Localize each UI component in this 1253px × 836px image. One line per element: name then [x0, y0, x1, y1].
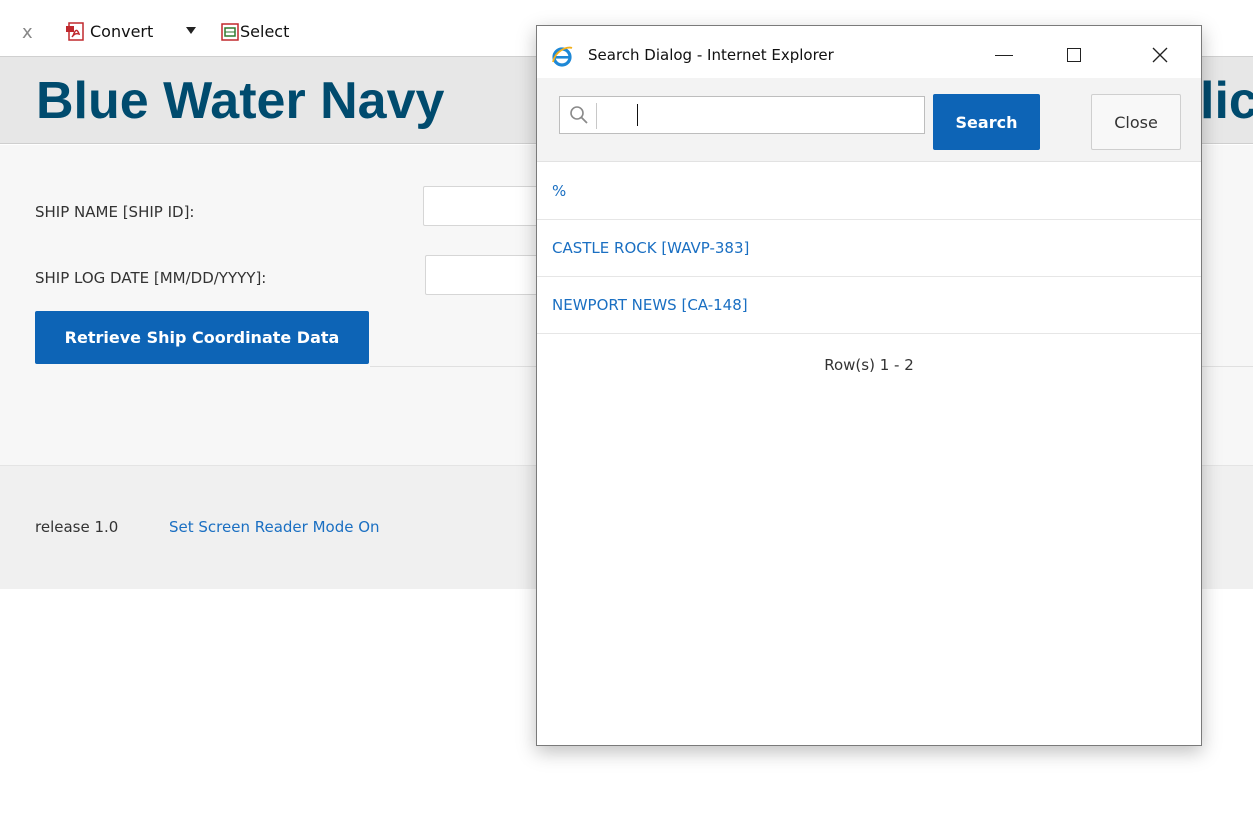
search-divider — [596, 103, 597, 129]
search-results-list: % CASTLE ROCK [WAVP-383] NEWPORT NEWS [C… — [537, 163, 1201, 334]
dialog-search-bar: Search Close — [537, 78, 1201, 162]
close-button[interactable]: Close — [1091, 94, 1181, 150]
text-cursor — [637, 104, 638, 126]
close-icon — [1152, 47, 1168, 63]
result-link[interactable]: % — [552, 182, 566, 200]
list-item: CASTLE ROCK [WAVP-383] — [537, 220, 1201, 277]
search-button[interactable]: Search — [933, 94, 1040, 150]
maximize-icon — [1067, 48, 1081, 62]
ship-name-label: SHIP NAME [SHIP ID]: — [35, 203, 195, 221]
list-item: NEWPORT NEWS [CA-148] — [537, 277, 1201, 334]
internet-explorer-icon — [552, 46, 573, 67]
maximize-button[interactable] — [1051, 36, 1097, 74]
dialog-titlebar[interactable]: Search Dialog - Internet Explorer — [537, 26, 1201, 78]
search-dialog-window: Search Dialog - Internet Explorer Search… — [536, 25, 1202, 746]
pdf-convert-icon — [66, 22, 84, 41]
app-title-tail: lic — [1200, 72, 1253, 130]
toolbar-close-icon[interactable]: x — [22, 24, 33, 42]
retrieve-ship-data-button[interactable]: Retrieve Ship Coordinate Data — [35, 311, 369, 364]
search-icon — [570, 106, 588, 124]
app-title: Blue Water Navy — [36, 72, 445, 130]
result-link[interactable]: CASTLE ROCK [WAVP-383] — [552, 239, 749, 257]
minimize-button[interactable] — [981, 36, 1027, 74]
ship-log-date-label: SHIP LOG DATE [MM/DD/YYYY]: — [35, 269, 267, 287]
list-item: % — [537, 163, 1201, 220]
convert-button[interactable]: Convert — [90, 22, 153, 42]
minimize-icon — [995, 54, 1013, 56]
window-close-button[interactable] — [1137, 36, 1183, 74]
result-link[interactable]: NEWPORT NEWS [CA-148] — [552, 296, 748, 314]
pagination-info: Row(s) 1 - 2 — [824, 356, 914, 374]
search-box[interactable] — [559, 96, 925, 134]
search-input[interactable] — [604, 101, 916, 129]
screen-reader-mode-link[interactable]: Set Screen Reader Mode On — [169, 518, 380, 536]
release-label: release 1.0 — [35, 518, 119, 536]
dialog-title: Search Dialog - Internet Explorer — [588, 46, 834, 64]
select-button[interactable]: Select — [240, 22, 289, 42]
pdf-select-icon — [221, 23, 239, 41]
convert-dropdown-icon[interactable] — [186, 27, 196, 34]
